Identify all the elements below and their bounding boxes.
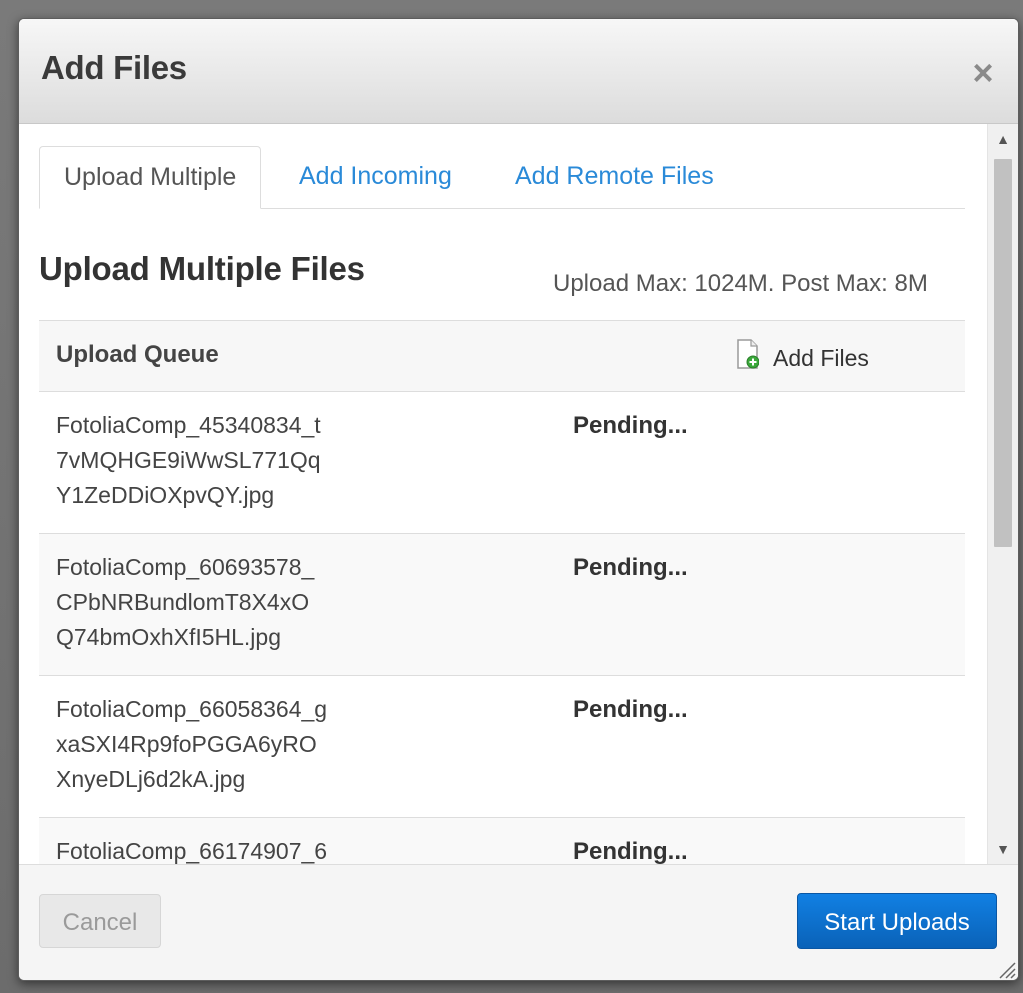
cancel-button[interactable]: Cancel <box>39 894 161 948</box>
queue-row-status: Pending... <box>573 412 688 439</box>
queue-row-filename: FotoliaComp_66174907_6 <box>56 838 328 864</box>
scroll-up-arrow-icon[interactable]: ▲ <box>988 124 1018 154</box>
tab-add-incoming[interactable]: Add Incoming <box>275 146 476 206</box>
queue-row-status: Pending... <box>573 838 688 864</box>
tab-upload-multiple[interactable]: Upload Multiple <box>39 146 262 209</box>
close-button[interactable]: × <box>968 55 998 91</box>
upload-queue-table: Upload Queue Add Files FotoliaComp_45340… <box>39 320 965 864</box>
file-add-icon <box>737 339 759 369</box>
dialog-header: Add Files × <box>19 19 1018 124</box>
queue-row-filename: FotoliaComp_60693578_ CPbNRBundlomT8X4xO… <box>56 554 315 650</box>
dialog-title: Add Files <box>41 49 187 86</box>
queue-row-status: Pending... <box>573 554 688 581</box>
add-files-label: Add Files <box>773 345 869 371</box>
queue-row-filename: FotoliaComp_45340834_t 7vMQHGE9iWwSL771Q… <box>56 412 321 508</box>
upload-queue-title: Upload Queue <box>56 341 219 368</box>
tab-bar: Upload Multiple Add Incoming Add Remote … <box>39 146 965 209</box>
close-icon: × <box>972 52 994 93</box>
queue-row: FotoliaComp_66058364_g xaSXI4Rp9foPGGA6y… <box>39 676 965 818</box>
queue-row: FotoliaComp_66174907_6 Pending... <box>39 818 965 864</box>
dialog-footer: Cancel Start Uploads <box>19 864 1018 980</box>
upload-queue-header: Upload Queue Add Files <box>39 320 965 392</box>
tab-add-remote-files[interactable]: Add Remote Files <box>491 146 738 206</box>
queue-row: FotoliaComp_60693578_ CPbNRBundlomT8X4xO… <box>39 534 965 676</box>
upload-limits-text: Upload Max: 1024M. Post Max: 8M <box>553 270 928 297</box>
scrollbar-thumb[interactable] <box>994 159 1012 547</box>
dialog-body: Upload Multiple Add Incoming Add Remote … <box>19 124 1018 864</box>
add-files-dialog: Add Files × Upload Multiple Add Incoming… <box>18 18 1019 981</box>
queue-row: FotoliaComp_45340834_t 7vMQHGE9iWwSL771Q… <box>39 392 965 534</box>
start-uploads-button[interactable]: Start Uploads <box>797 893 997 949</box>
scroll-down-arrow-icon[interactable]: ▼ <box>988 834 1018 864</box>
queue-row-status: Pending... <box>573 696 688 723</box>
section-title: Upload Multiple Files <box>39 250 365 287</box>
resize-grip-icon[interactable] <box>994 957 1016 979</box>
queue-row-filename: FotoliaComp_66058364_g xaSXI4Rp9foPGGA6y… <box>56 696 328 792</box>
vertical-scrollbar[interactable]: ▲ ▼ <box>987 124 1018 864</box>
